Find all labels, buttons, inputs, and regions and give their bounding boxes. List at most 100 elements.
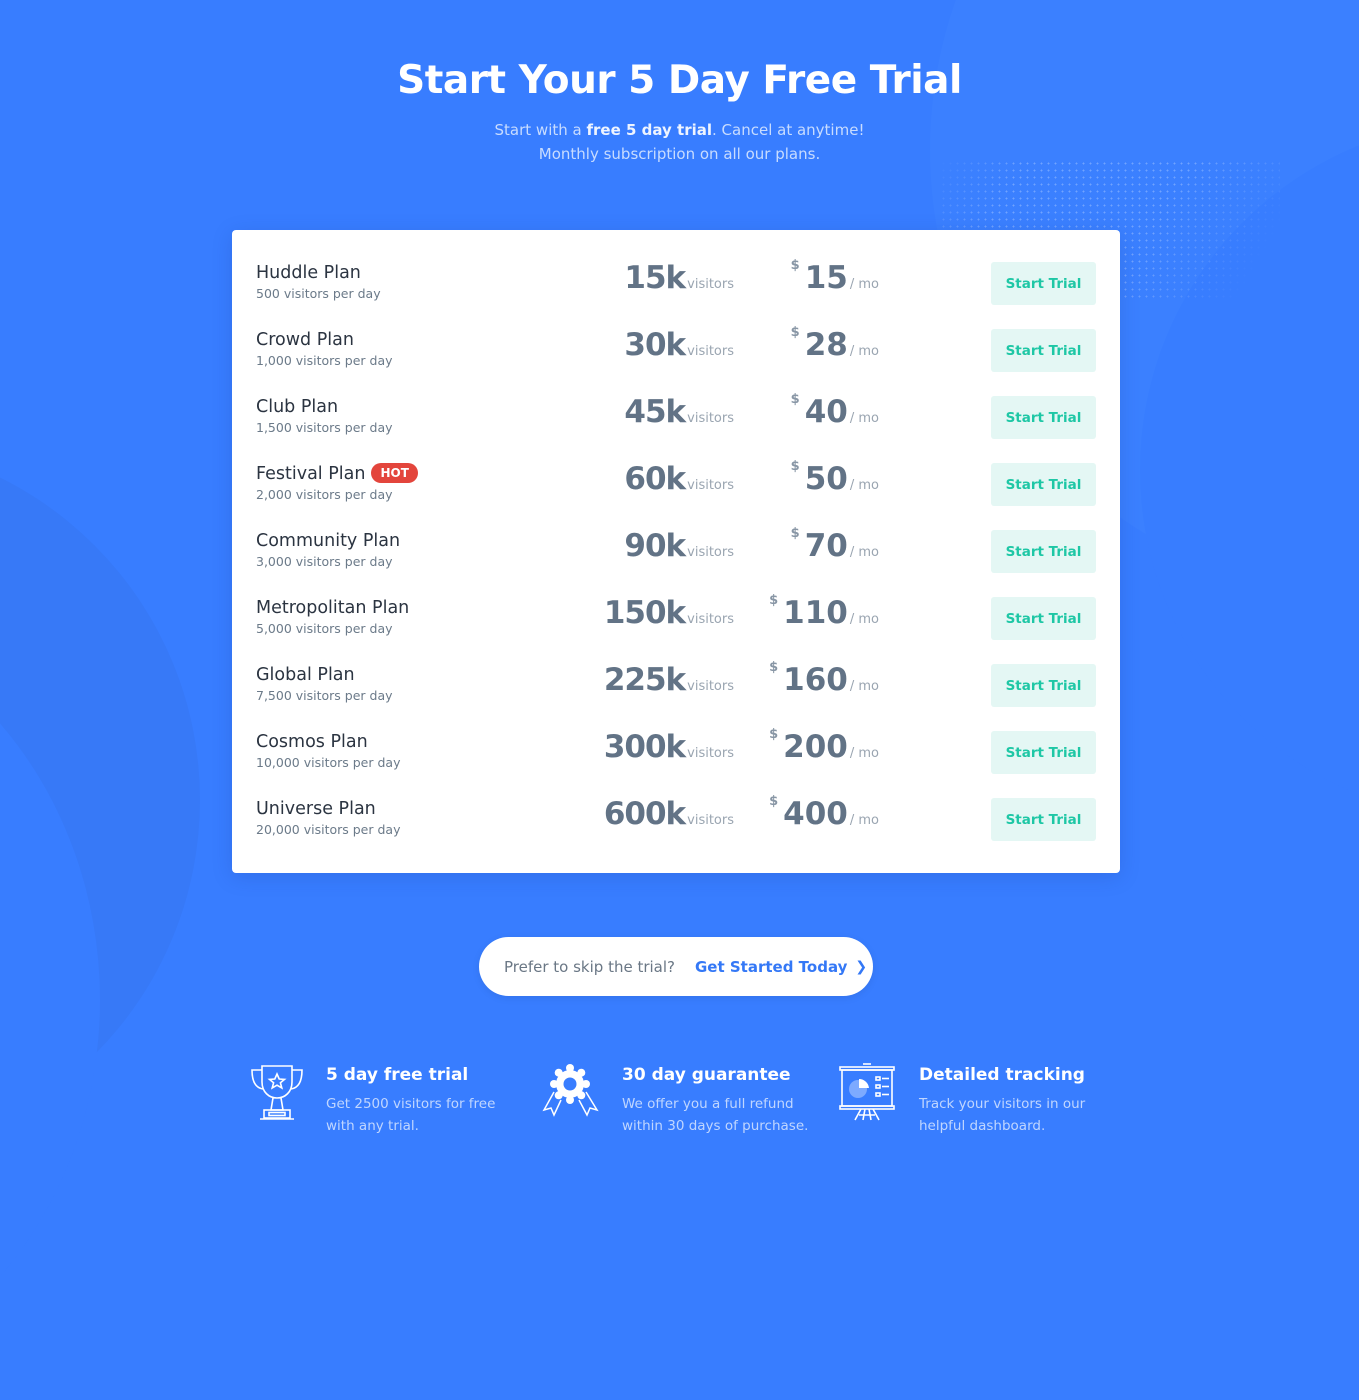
plan-info: Crowd Plan 1,000 visitors per day <box>256 329 393 368</box>
visitors-label: visitors <box>687 411 734 426</box>
visitors-count: 45k <box>624 394 686 430</box>
plan-info: Club Plan 1,500 visitors per day <box>256 396 393 435</box>
feature-title: Detailed tracking <box>919 1065 1085 1085</box>
start-trial-button[interactable]: Start Trial <box>991 798 1096 841</box>
visitors-label: visitors <box>687 813 734 828</box>
plan-monthly-visitors: 60k visitors <box>624 461 734 497</box>
plan-info: Huddle Plan 500 visitors per day <box>256 262 381 301</box>
start-trial-button[interactable]: Start Trial <box>991 262 1096 305</box>
plan-daily-visitors: 500 visitors per day <box>256 286 381 301</box>
visitors-label: visitors <box>687 746 734 761</box>
plan-info: Universe Plan 20,000 visitors per day <box>256 798 400 837</box>
currency-symbol: $ <box>790 526 800 541</box>
chevron-right-icon[interactable]: ❯ <box>855 959 867 975</box>
price-period: / mo <box>849 679 879 694</box>
plan-price: $200/ mo <box>769 727 879 765</box>
background-shape <box>1140 120 1359 820</box>
plan-monthly-visitors: 600k visitors <box>604 796 734 832</box>
plan-monthly-visitors: 45k visitors <box>624 394 734 430</box>
start-trial-button[interactable]: Start Trial <box>991 463 1096 506</box>
plan-price: $400/ mo <box>769 794 879 832</box>
plan-daily-visitors: 5,000 visitors per day <box>256 621 393 636</box>
background-shape <box>0 600 100 1400</box>
plan-daily-visitors: 1,500 visitors per day <box>256 420 393 435</box>
page-subtitle: Start with a free 5 day trial. Cancel at… <box>0 118 1359 166</box>
start-trial-button[interactable]: Start Trial <box>991 731 1096 774</box>
feature-title: 5 day free trial <box>326 1065 469 1085</box>
plan-name: Crowd Plan <box>256 330 354 350</box>
price-period: / mo <box>849 746 879 761</box>
plan-name: Club Plan <box>256 397 339 417</box>
plan-row: Universe Plan 20,000 visitors per day 60… <box>232 782 1120 849</box>
plan-name: Metropolitan Plan <box>256 598 410 618</box>
skip-trial-text: Prefer to skip the trial? <box>504 957 675 976</box>
plan-row: Crowd Plan 1,000 visitors per day 30k vis… <box>232 313 1120 380</box>
feature-guarantee: 30 day guarantee We offer you a full ref… <box>542 1062 822 1142</box>
plan-name: Community Plan <box>256 531 401 551</box>
start-trial-button[interactable]: Start Trial <box>991 597 1096 640</box>
currency-symbol: $ <box>790 258 800 273</box>
plan-row: Cosmos Plan 10,000 visitors per day 300k… <box>232 715 1120 782</box>
plan-name: Universe Plan <box>256 799 376 819</box>
plan-name: Global Plan <box>256 665 355 685</box>
plan-monthly-visitors: 225k visitors <box>604 662 734 698</box>
get-started-link[interactable]: Get Started Today <box>695 958 847 976</box>
start-trial-button[interactable]: Start Trial <box>991 664 1096 707</box>
visitors-count: 60k <box>624 461 686 497</box>
page-header: Start Your 5 Day Free Trial Start with a… <box>0 56 1359 166</box>
currency-symbol: $ <box>769 660 779 675</box>
feature-description: Track your visitors in our helpful dashb… <box>919 1096 1086 1134</box>
plan-monthly-visitors: 90k visitors <box>624 528 734 564</box>
plan-daily-visitors: 1,000 visitors per day <box>256 353 393 368</box>
currency-symbol: $ <box>790 392 800 407</box>
visitors-count: 90k <box>624 528 686 564</box>
plan-name: Huddle Plan <box>256 263 361 283</box>
plan-monthly-visitors: 15k visitors <box>624 260 734 296</box>
plan-price: $28/ mo <box>791 325 879 363</box>
plan-price: $110/ mo <box>769 593 879 631</box>
hot-badge: HOT <box>371 463 418 483</box>
start-trial-button[interactable]: Start Trial <box>991 329 1096 372</box>
visitors-count: 150k <box>603 595 686 631</box>
plan-name: Festival Plan <box>256 464 366 484</box>
plan-row: Festival Plan HOT 2,000 visitors per day … <box>232 447 1120 514</box>
plan-monthly-visitors: 30k visitors <box>624 327 734 363</box>
plan-daily-visitors: 20,000 visitors per day <box>256 822 401 837</box>
feature-title: 30 day guarantee <box>622 1065 791 1085</box>
currency-symbol: $ <box>769 727 779 742</box>
price-amount: 28 <box>804 327 848 363</box>
plan-info: Festival Plan HOT 2,000 visitors per day <box>256 463 418 502</box>
plan-info: Cosmos Plan 10,000 visitors per day <box>256 731 400 770</box>
background-shape <box>0 440 200 1160</box>
start-trial-button[interactable]: Start Trial <box>991 396 1096 439</box>
plan-row: Huddle Plan 500 visitors per day 15k visi… <box>232 246 1120 313</box>
price-amount: 15 <box>804 260 848 296</box>
plan-row: Community Plan 3,000 visitors per day 90… <box>232 514 1120 581</box>
plan-row: Global Plan 7,500 visitors per day 225k v… <box>232 648 1120 715</box>
visitors-label: visitors <box>687 277 734 292</box>
feature-free-trial: 5 day free trial Get 2500 visitors for f… <box>246 1062 526 1142</box>
currency-symbol: $ <box>790 459 800 474</box>
visitors-label: visitors <box>687 545 734 560</box>
price-period: / mo <box>849 277 879 292</box>
plan-price: $15/ mo <box>791 258 879 296</box>
plan-monthly-visitors: 300k visitors <box>604 729 734 765</box>
trophy-icon <box>251 1065 303 1120</box>
start-trial-button[interactable]: Start Trial <box>991 530 1096 573</box>
feature-description: We offer you a full refund within 30 day… <box>622 1096 809 1134</box>
price-amount: 50 <box>804 461 848 497</box>
visitors-count: 15k <box>624 260 686 296</box>
visitors-count: 300k <box>603 729 686 765</box>
plans-table: Huddle Plan 500 visitors per day 15k visi… <box>232 230 1120 873</box>
currency-symbol: $ <box>769 593 779 608</box>
plan-price: $40/ mo <box>791 392 879 430</box>
price-period: / mo <box>849 411 879 426</box>
plan-daily-visitors: 2,000 visitors per day <box>256 487 393 502</box>
currency-symbol: $ <box>790 325 800 340</box>
currency-symbol: $ <box>769 794 779 809</box>
award-ribbon-icon <box>542 1064 599 1117</box>
price-amount: 160 <box>783 662 848 698</box>
feature-description: Get 2500 visitors for free with any tria… <box>326 1096 496 1134</box>
visitors-count: 30k <box>624 327 686 363</box>
plan-monthly-visitors: 150k visitors <box>604 595 734 631</box>
